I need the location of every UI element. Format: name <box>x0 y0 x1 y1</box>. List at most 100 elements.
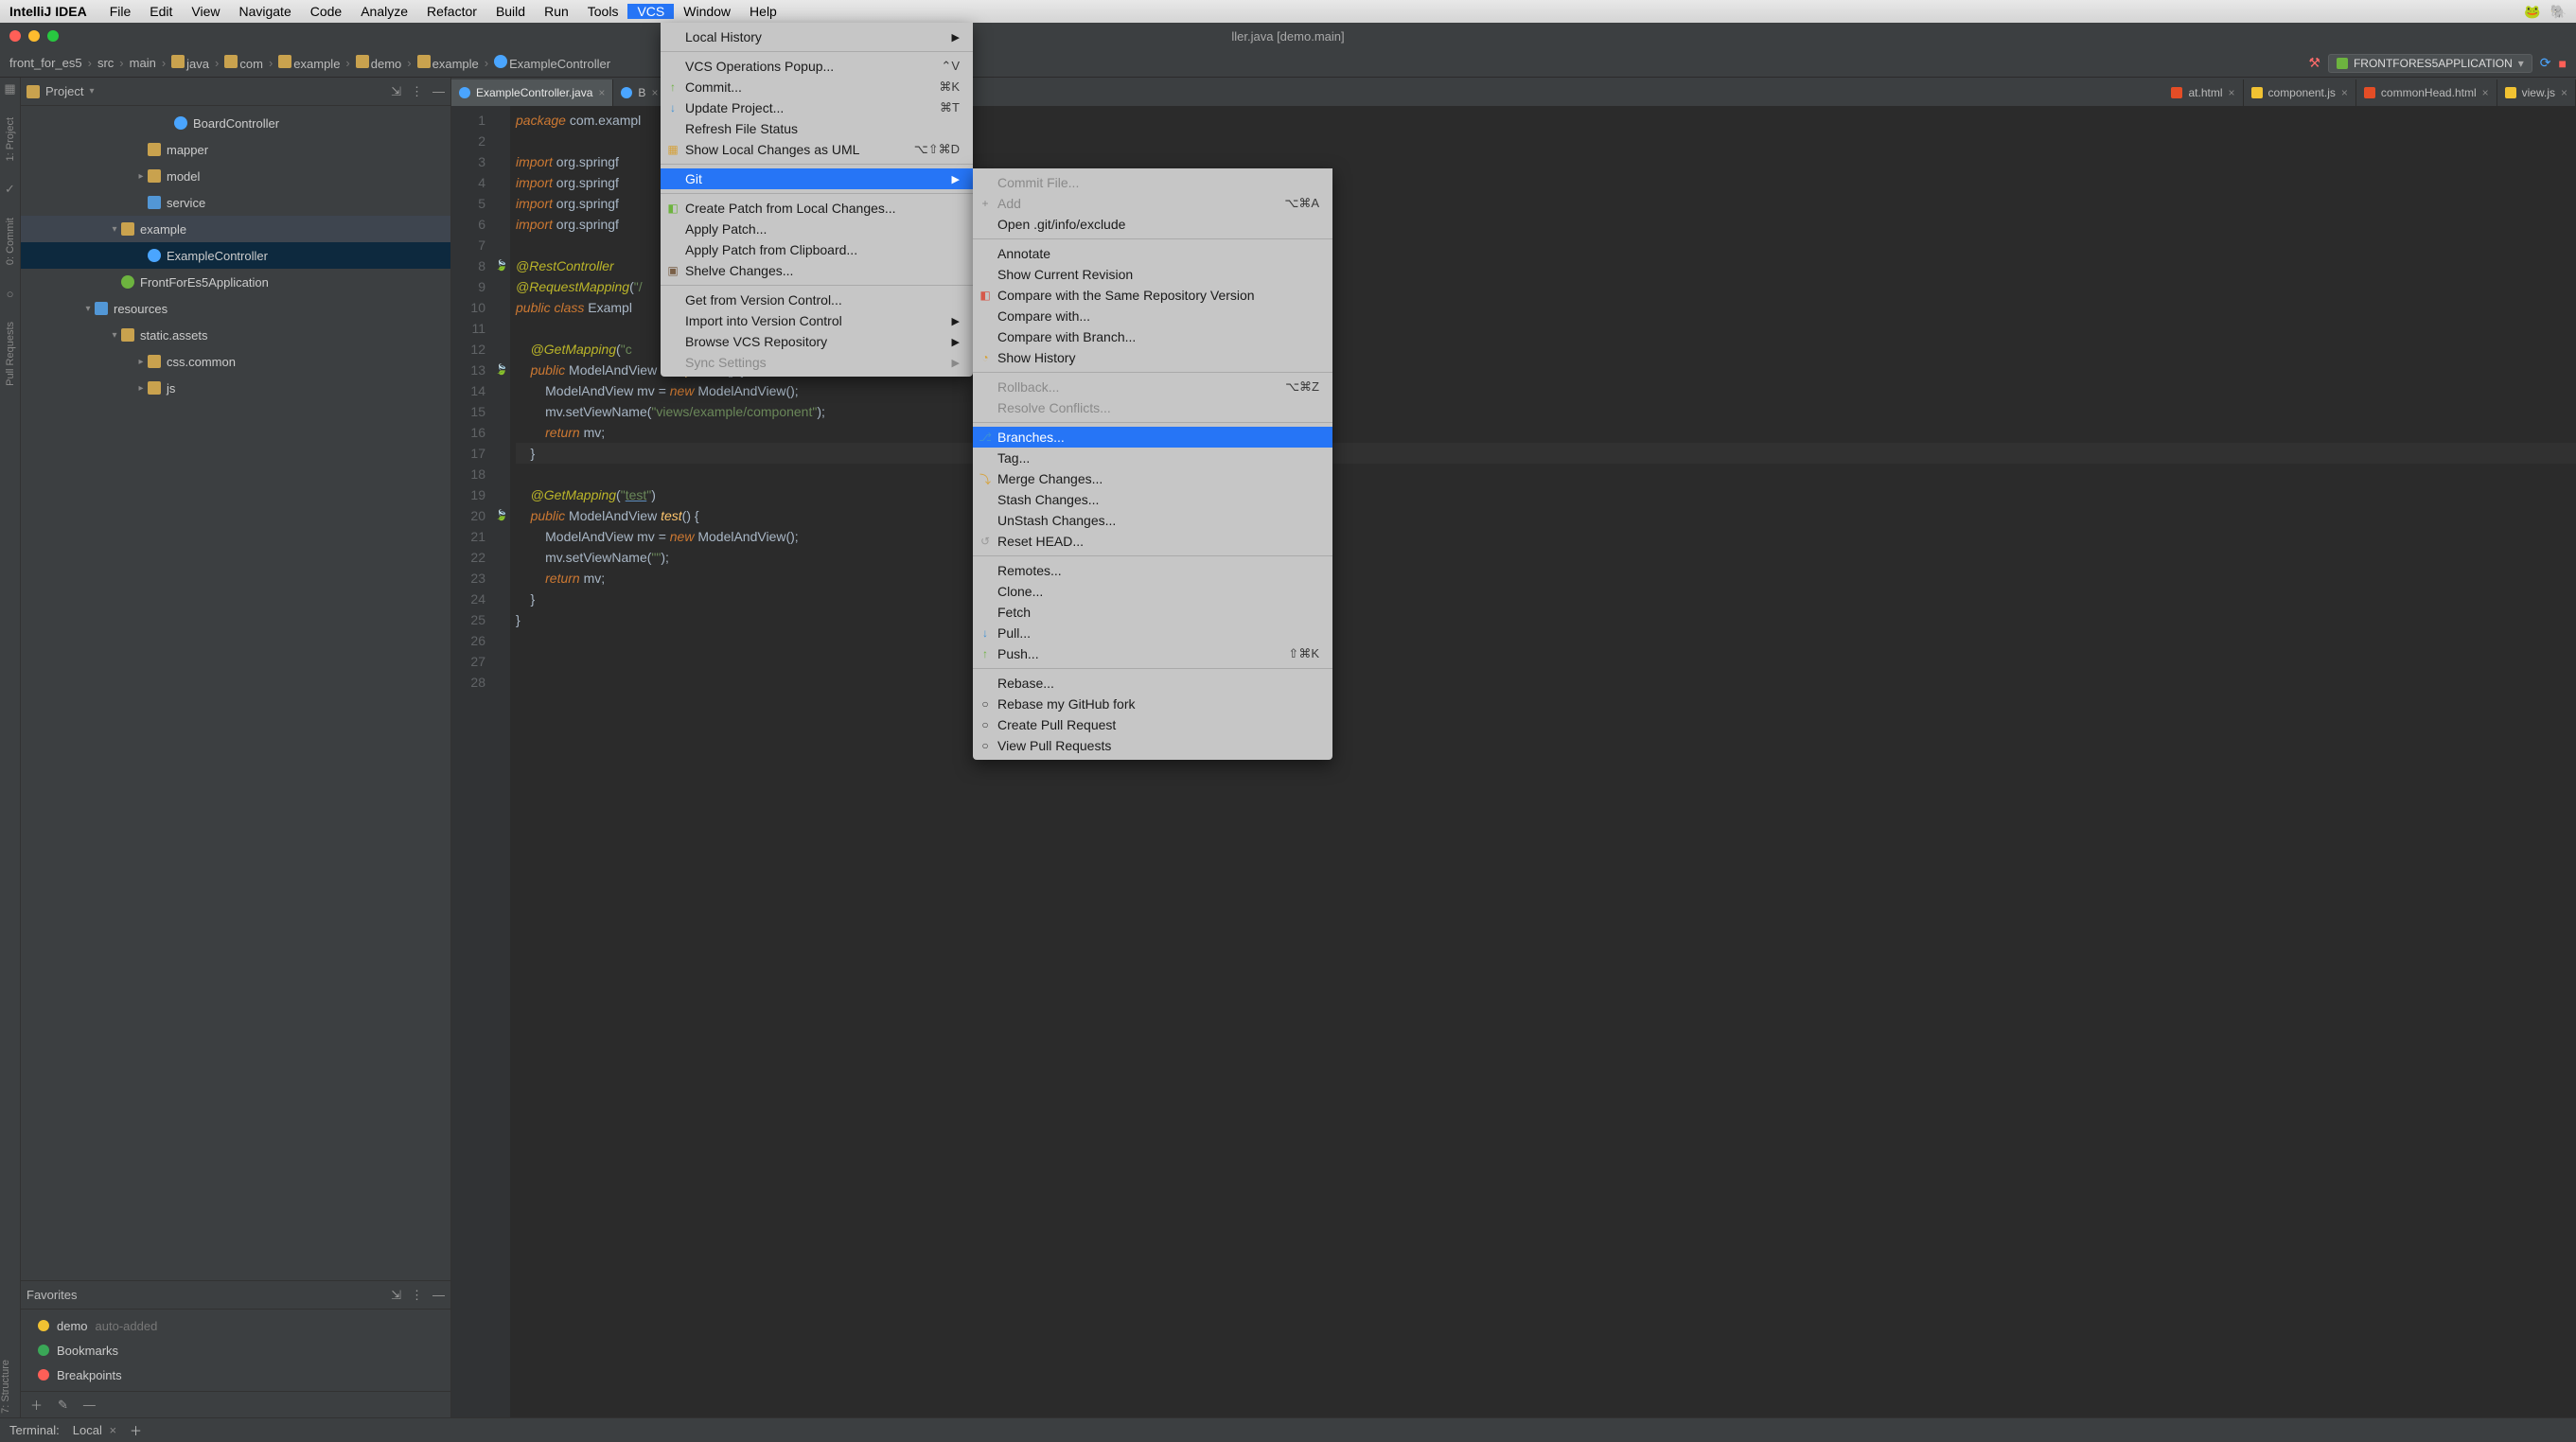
gutter-mark[interactable] <box>493 214 510 235</box>
terminal-bar[interactable]: Terminal: Local × ＋ <box>0 1417 2576 1442</box>
gutter-mark[interactable]: 🍃 <box>493 360 510 380</box>
favorite-item[interactable]: Breakpoints <box>21 1363 450 1387</box>
gutter-mark[interactable] <box>493 131 510 151</box>
gutter-mark[interactable] <box>493 151 510 172</box>
gutter-mark[interactable] <box>493 318 510 339</box>
more-icon[interactable]: ⋮ <box>411 1288 423 1303</box>
code-line[interactable]: } <box>516 443 2576 464</box>
menu-run[interactable]: Run <box>535 4 578 19</box>
code-line[interactable]: @GetMapping("test") <box>516 484 2576 505</box>
code-line[interactable] <box>516 672 2576 693</box>
terminal-tab[interactable]: Local × <box>73 1423 116 1437</box>
window-controls[interactable] <box>9 30 59 42</box>
menu-item[interactable]: Rebase... <box>973 673 1332 694</box>
menu-file[interactable]: File <box>100 4 141 19</box>
close-icon[interactable] <box>9 30 21 42</box>
code-line[interactable]: ModelAndView mv = new ModelAndView(); <box>516 526 2576 547</box>
menu-item[interactable]: ○Rebase my GitHub fork <box>973 694 1332 714</box>
code-line[interactable] <box>516 630 2576 651</box>
code-line[interactable] <box>516 651 2576 672</box>
collapse-icon[interactable]: ⇲ <box>391 84 401 99</box>
gutter-mark[interactable] <box>493 380 510 401</box>
project-panel-header[interactable]: Project ▾ ⇲ ⋮ — <box>21 78 450 106</box>
code-line[interactable]: } <box>516 589 2576 609</box>
breadcrumb[interactable]: front_for_es5›src›main›java›com›example›… <box>9 55 610 71</box>
zoom-icon[interactable] <box>47 30 59 42</box>
menu-help[interactable]: Help <box>740 4 786 19</box>
menu-item[interactable]: Local History▶ <box>661 26 973 47</box>
menu-refactor[interactable]: Refactor <box>417 4 486 19</box>
tray-icon-1[interactable]: 🐸 <box>2524 4 2540 20</box>
menu-item[interactable]: Annotate <box>973 243 1332 264</box>
editor-tab[interactable]: component.js× <box>2244 79 2356 106</box>
gutter-mark[interactable] <box>493 651 510 672</box>
breadcrumb-item[interactable]: ExampleController <box>494 55 610 71</box>
hide-icon[interactable]: — <box>432 1288 445 1302</box>
tree-row[interactable]: ▸css.common <box>21 348 450 375</box>
menu-item[interactable]: Browse VCS Repository▶ <box>661 331 973 352</box>
code-line[interactable]: return mv; <box>516 568 2576 589</box>
favorites-panel-header[interactable]: Favorites ⇲ ⋮ — <box>21 1281 450 1310</box>
code-line[interactable]: } <box>516 609 2576 630</box>
favorite-item[interactable]: demoauto-added <box>21 1313 450 1338</box>
tree-twistie[interactable]: ▸ <box>134 171 148 182</box>
run-toolbar[interactable]: ⚒ FRONTFORES5APPLICATION ▾ ⟳ ■ <box>2308 54 2567 73</box>
breadcrumb-item[interactable]: front_for_es5 <box>9 56 82 70</box>
menu-view[interactable]: View <box>182 4 229 19</box>
toolwindow-glyph[interactable]: ○ <box>7 287 14 301</box>
build-icon[interactable]: ⚒ <box>2308 55 2320 71</box>
menu-item[interactable]: Remotes... <box>973 560 1332 581</box>
breadcrumb-item[interactable]: main <box>130 56 156 70</box>
toolwindow-glyph[interactable]: ▦ <box>4 81 15 97</box>
menu-item[interactable]: Clone... <box>973 581 1332 602</box>
favorite-item[interactable]: Bookmarks <box>21 1338 450 1363</box>
chevron-down-icon[interactable]: ▾ <box>2518 57 2524 70</box>
refresh-icon[interactable]: ⟳ <box>2540 55 2551 71</box>
menu-item[interactable]: Compare with Branch... <box>973 326 1332 347</box>
tray-icon-2[interactable]: 🐘 <box>2550 4 2567 20</box>
hide-icon[interactable]: — <box>432 84 445 98</box>
menu-navigate[interactable]: Navigate <box>229 4 300 19</box>
gutter-mark[interactable] <box>493 401 510 422</box>
gutter-mark[interactable] <box>493 110 510 131</box>
menu-item[interactable]: ⤵Merge Changes... <box>973 468 1332 489</box>
toolwindow-tab[interactable]: Pull Requests <box>5 318 16 390</box>
tree-row[interactable]: ▸js <box>21 375 450 401</box>
tree-row[interactable]: ▾resources <box>21 295 450 322</box>
menu-item[interactable]: ⎇Branches... <box>973 427 1332 448</box>
run-config-selector[interactable]: FRONTFORES5APPLICATION ▾ <box>2328 54 2532 73</box>
vcs-menu[interactable]: Local History▶VCS Operations Popup...⌃V↑… <box>661 23 973 377</box>
menu-item[interactable]: ↺Reset HEAD... <box>973 531 1332 552</box>
stop-icon[interactable]: ■ <box>2559 56 2567 71</box>
git-submenu[interactable]: Commit File...+Add⌥⌘AOpen .git/info/excl… <box>973 168 1332 760</box>
add-terminal-icon[interactable]: ＋ <box>130 1421 142 1439</box>
breadcrumb-item[interactable]: example <box>278 55 340 71</box>
tree-row[interactable]: ▾example <box>21 216 450 242</box>
menu-item[interactable]: ↓Pull... <box>973 623 1332 643</box>
editor-tab[interactable]: commonHead.html× <box>2356 79 2497 106</box>
edit-icon[interactable]: ✎ <box>58 1398 68 1413</box>
menu-item[interactable]: ◧Compare with the Same Repository Versio… <box>973 285 1332 306</box>
menu-item[interactable]: Compare with... <box>973 306 1332 326</box>
gutter-mark[interactable] <box>493 526 510 547</box>
project-tree[interactable]: BoardControllermapper▸modelservice▾examp… <box>21 106 450 1280</box>
close-tab-icon[interactable]: × <box>598 86 605 99</box>
menu-item[interactable]: Git▶ <box>661 168 973 189</box>
gutter-mark[interactable] <box>493 193 510 214</box>
left-toolwindow-tabs[interactable]: ▦1: Project✓0: Commit○Pull Requests <box>0 78 21 1417</box>
gutter-mark[interactable] <box>493 609 510 630</box>
close-tab-icon[interactable]: × <box>2482 86 2489 99</box>
gutter-mark[interactable] <box>493 568 510 589</box>
gutter-mark[interactable] <box>493 630 510 651</box>
gutter-mark[interactable] <box>493 297 510 318</box>
collapse-icon[interactable]: ⇲ <box>391 1288 401 1303</box>
close-icon[interactable]: × <box>106 1423 116 1437</box>
menu-window[interactable]: Window <box>674 4 740 19</box>
menu-item[interactable]: ↑Push...⇧⌘K <box>973 643 1332 664</box>
editor-tab[interactable]: ExampleController.java× <box>451 79 613 106</box>
menu-item[interactable]: Refresh File Status <box>661 118 973 139</box>
gutter-mark[interactable] <box>493 443 510 464</box>
gutter-mark[interactable] <box>493 547 510 568</box>
toolwindow-tab[interactable]: 0: Commit <box>5 214 16 269</box>
breadcrumb-item[interactable]: demo <box>356 55 402 71</box>
